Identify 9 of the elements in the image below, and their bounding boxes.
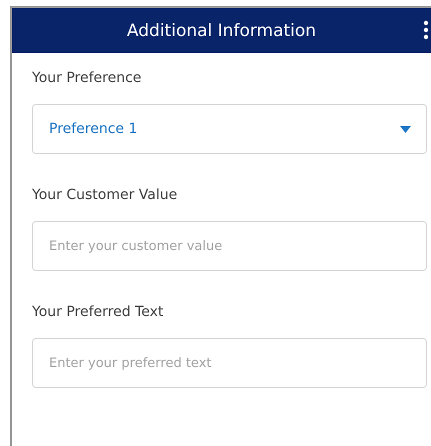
- preference-select[interactable]: Preference 1: [32, 104, 427, 154]
- field-label: Your Preference: [32, 69, 142, 87]
- header-title: Additional Information: [126, 20, 316, 40]
- field-label: Your Customer Value: [32, 186, 178, 204]
- more-icon[interactable]: [423, 20, 429, 40]
- input-field[interactable]: Enter your preferred text: [32, 338, 427, 388]
- caret-icon: [400, 126, 411, 132]
- input-field[interactable]: Enter your customer value: [32, 221, 427, 271]
- field-label: Your Preferred Text: [32, 303, 164, 321]
